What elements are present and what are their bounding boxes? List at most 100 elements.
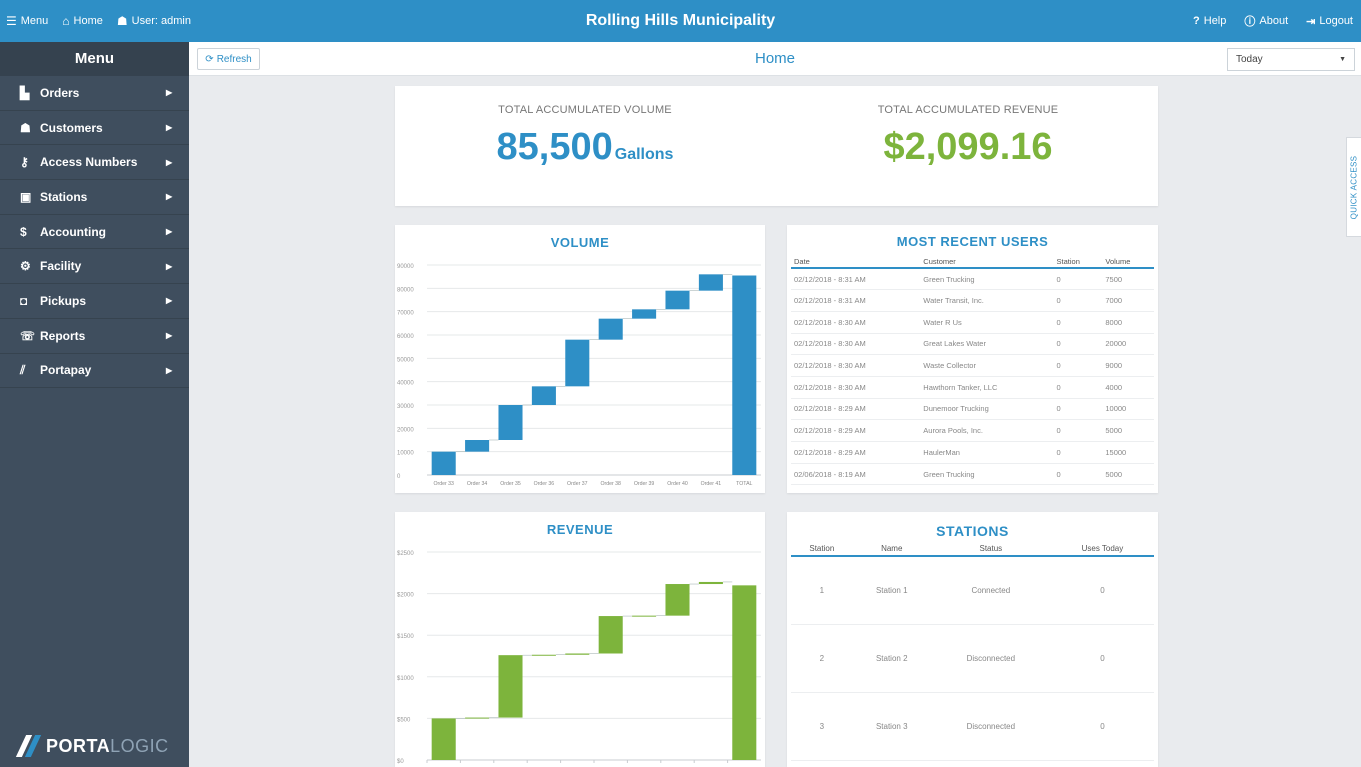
sidebar-item-facility[interactable]: ⚙ Facility ▶	[0, 249, 189, 285]
sidebar-item-label: Orders	[40, 85, 80, 100]
sidebar-item-portapay[interactable]: ⫽ Portapay ▶	[0, 354, 189, 389]
recent-users-cell: 02/12/2018 - 8:29 AM	[791, 419, 921, 442]
recent-users-cell: 02/12/2018 - 8:29 AM	[791, 441, 921, 464]
revenue-chart-y-tick-label: $2000	[397, 593, 414, 599]
sidebar-item-reports[interactable]: ☏ Reports ▶	[0, 319, 189, 354]
volume-chart-x-tick-label: Order 39	[634, 481, 655, 487]
recent-users-cell: 9000	[1102, 354, 1154, 377]
sidebar-item-orders[interactable]: ▙ Orders ▶	[0, 76, 189, 111]
volume-chart-x-tick-label: Order 40	[667, 481, 688, 487]
caret-right-icon: ▶	[166, 88, 173, 98]
sidebar-item-customers[interactable]: ☗ Customers ▶	[0, 111, 189, 146]
sidebar-item-label: Access Numbers	[40, 155, 138, 170]
revenue-chart-bar	[465, 717, 490, 719]
stations-header-cell: Status	[930, 542, 1051, 557]
quick-access-tab[interactable]: QUICK ACCESS	[1346, 137, 1361, 237]
stations-cell: 3	[791, 692, 853, 761]
recent-users-cell: 7000	[1102, 289, 1154, 312]
orders-icon: ▙	[20, 85, 30, 100]
sidebar-item-label: Stations	[40, 189, 88, 204]
menu-toggle-button[interactable]: ☰ Menu	[6, 14, 48, 28]
total-revenue-value: $2,099.16	[883, 126, 1053, 168]
dropdown-arrow-icon: ▼	[1339, 56, 1346, 63]
volume-chart-x-tick-label: Order 33	[433, 481, 454, 487]
volume-chart-y-tick-label: 70000	[397, 311, 414, 317]
key-icon: ⚷	[20, 155, 29, 170]
recent-users-cell: 0	[1053, 398, 1103, 421]
volume-chart-bar	[732, 275, 757, 475]
refresh-button[interactable]: ⟳ Refresh	[197, 48, 260, 70]
stations-row: 2 Station 2 Disconnected 0	[791, 624, 1154, 693]
revenue-chart-bar	[598, 616, 623, 654]
recent-users-cell: 02/06/2018 - 8:19 AM	[791, 463, 921, 486]
revenue-chart-bar	[531, 654, 556, 656]
caret-right-icon: ▶	[166, 365, 173, 375]
recent-users-header-cell: Volume	[1102, 255, 1154, 269]
recent-users-cell: Great Lakes Water	[920, 333, 1054, 356]
recent-users-cell: Dunemoor Trucking	[920, 398, 1054, 421]
recent-users-row: 02/12/2018 - 8:31 AM Green Trucking 0 7500	[791, 268, 1154, 291]
refresh-icon: ⟳	[205, 53, 214, 65]
stations-cell: Station 3	[852, 692, 931, 761]
volume-chart-y-tick-label: 0	[397, 474, 401, 480]
total-volume-value: 85,500	[496, 126, 613, 168]
recent-users-row: 02/12/2018 - 8:29 AM Aurora Pools, Inc. 0 5…	[791, 419, 1154, 442]
logo-brand-thin: LOGIC	[110, 735, 169, 756]
caret-right-icon: ▶	[166, 296, 173, 306]
sidebar-item-stations[interactable]: ▣ Stations ▶	[0, 180, 189, 215]
stations-cell: Disconnected	[930, 692, 1051, 761]
stations-cell: Station 2	[852, 624, 931, 693]
volume-chart-bar	[632, 309, 657, 319]
volume-chart-x-tick-label: Order 37	[567, 481, 588, 487]
stations-cell: Station 1	[852, 556, 931, 625]
caret-right-icon: ▶	[166, 227, 173, 237]
sidebar-item-pickups[interactable]: ◘ Pickups ▶	[0, 284, 189, 319]
stations-cell: Disconnected	[930, 624, 1051, 693]
recent-users-header-cell: Station	[1053, 255, 1103, 269]
revenue-chart-y-tick-label: $1500	[397, 634, 414, 640]
about-label: About	[1259, 15, 1289, 27]
volume-chart-bar	[431, 451, 456, 475]
sidebar-item-label: Facility	[40, 259, 82, 274]
volume-chart-y-tick-label: 20000	[397, 427, 414, 433]
recent-users-cell: 0	[1053, 376, 1103, 399]
logout-link[interactable]: ⇥ Logout	[1306, 15, 1353, 28]
help-link[interactable]: ? Help	[1193, 15, 1226, 27]
sidebar-item-accounting[interactable]: $ Accounting ▶	[0, 215, 189, 250]
recent-users-cell: 7500	[1102, 268, 1154, 291]
about-link[interactable]: ⓘ About	[1244, 13, 1288, 29]
recent-users-row: 02/12/2018 - 8:29 AM Dunemoor Trucking 0 10…	[791, 398, 1154, 421]
sidebar-nav: ▙ Orders ▶ ☗ Customers ▶ ⚷ Access Numbers ▶ ▣ Stat…	[0, 76, 189, 389]
recent-users-row: 02/06/2018 - 8:19 AM Green Trucking 0 5000	[791, 463, 1154, 486]
sidebar-item-label: Portapay	[40, 363, 92, 378]
recent-users-cell: Aurora Pools, Inc.	[920, 419, 1054, 442]
recent-users-cell: Green Trucking	[920, 268, 1054, 291]
volume-chart-y-tick-label: 80000	[397, 287, 414, 293]
user-icon: ☗	[116, 14, 128, 28]
recent-users-cell: 0	[1053, 333, 1103, 356]
date-range-value: Today	[1236, 54, 1263, 65]
sidebar-item-label: Customers	[40, 120, 103, 135]
revenue-chart-card: REVENUE $0 $500 $1000 $1500 $2000 $2500	[395, 512, 765, 767]
recent-users-cell: 02/12/2018 - 8:29 AM	[791, 398, 921, 421]
recent-users-cell: Waste Collector	[920, 354, 1054, 377]
volume-chart-bar	[665, 290, 690, 310]
sidebar-item-label: Pickups	[40, 293, 87, 308]
recent-users-row: 02/12/2018 - 8:31 AM Water Transit, Inc. 0…	[791, 289, 1154, 312]
recent-users-cell: 0	[1053, 463, 1103, 486]
total-volume-unit: Gallons	[614, 146, 674, 163]
gears-icon: ⚙	[20, 259, 31, 274]
caret-right-icon: ▶	[166, 192, 173, 202]
revenue-chart-bar	[665, 584, 690, 616]
home-link[interactable]: ⌂ Home	[62, 14, 103, 28]
portapay-icon: ⫽	[20, 362, 26, 377]
volume-chart-y-tick-label: 90000	[397, 264, 414, 270]
recent-users-cell: 02/12/2018 - 8:31 AM	[791, 289, 921, 312]
date-range-select[interactable]: Today ▼	[1227, 48, 1355, 71]
user-label: User: admin	[131, 15, 191, 27]
user-menu[interactable]: ☗ User: admin	[117, 14, 191, 28]
sidebar-item-access-numbers[interactable]: ⚷ Access Numbers ▶	[0, 145, 189, 181]
volume-chart-x-tick-label: Order 38	[600, 481, 621, 487]
recent-users-cell: 02/12/2018 - 8:30 AM	[791, 376, 921, 399]
volume-chart-bar	[465, 440, 490, 452]
